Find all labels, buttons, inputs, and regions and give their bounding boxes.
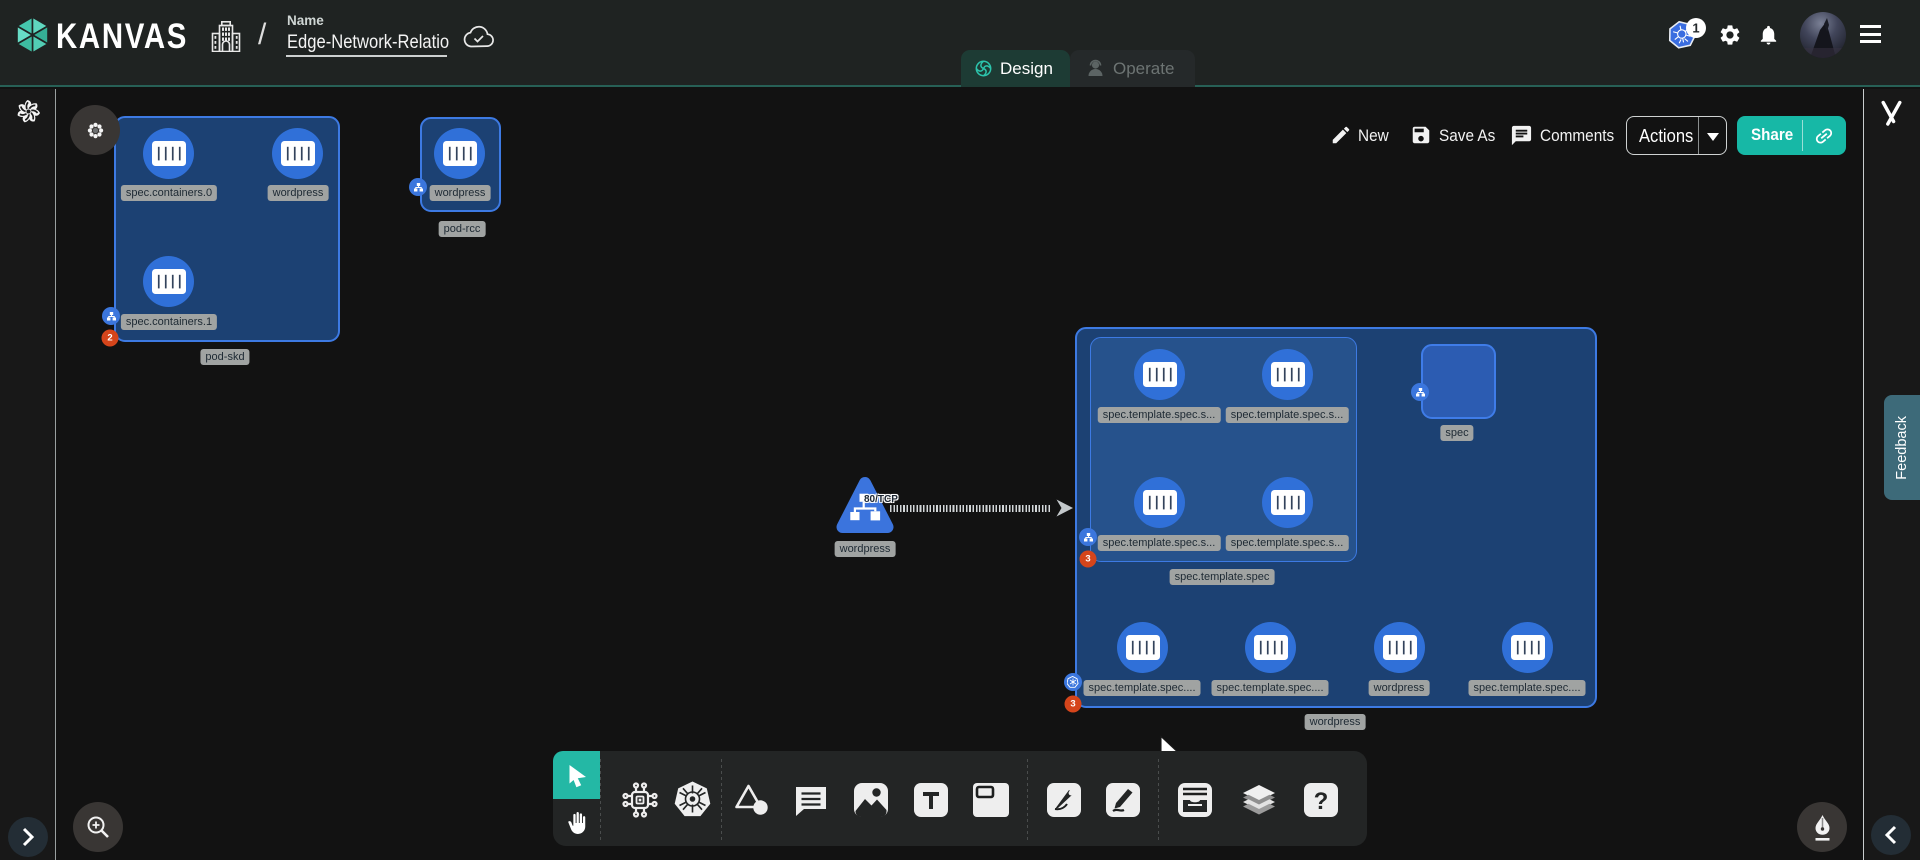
svg-text:1: 1 (1692, 21, 1699, 36)
svg-text:?: ? (1314, 788, 1329, 815)
